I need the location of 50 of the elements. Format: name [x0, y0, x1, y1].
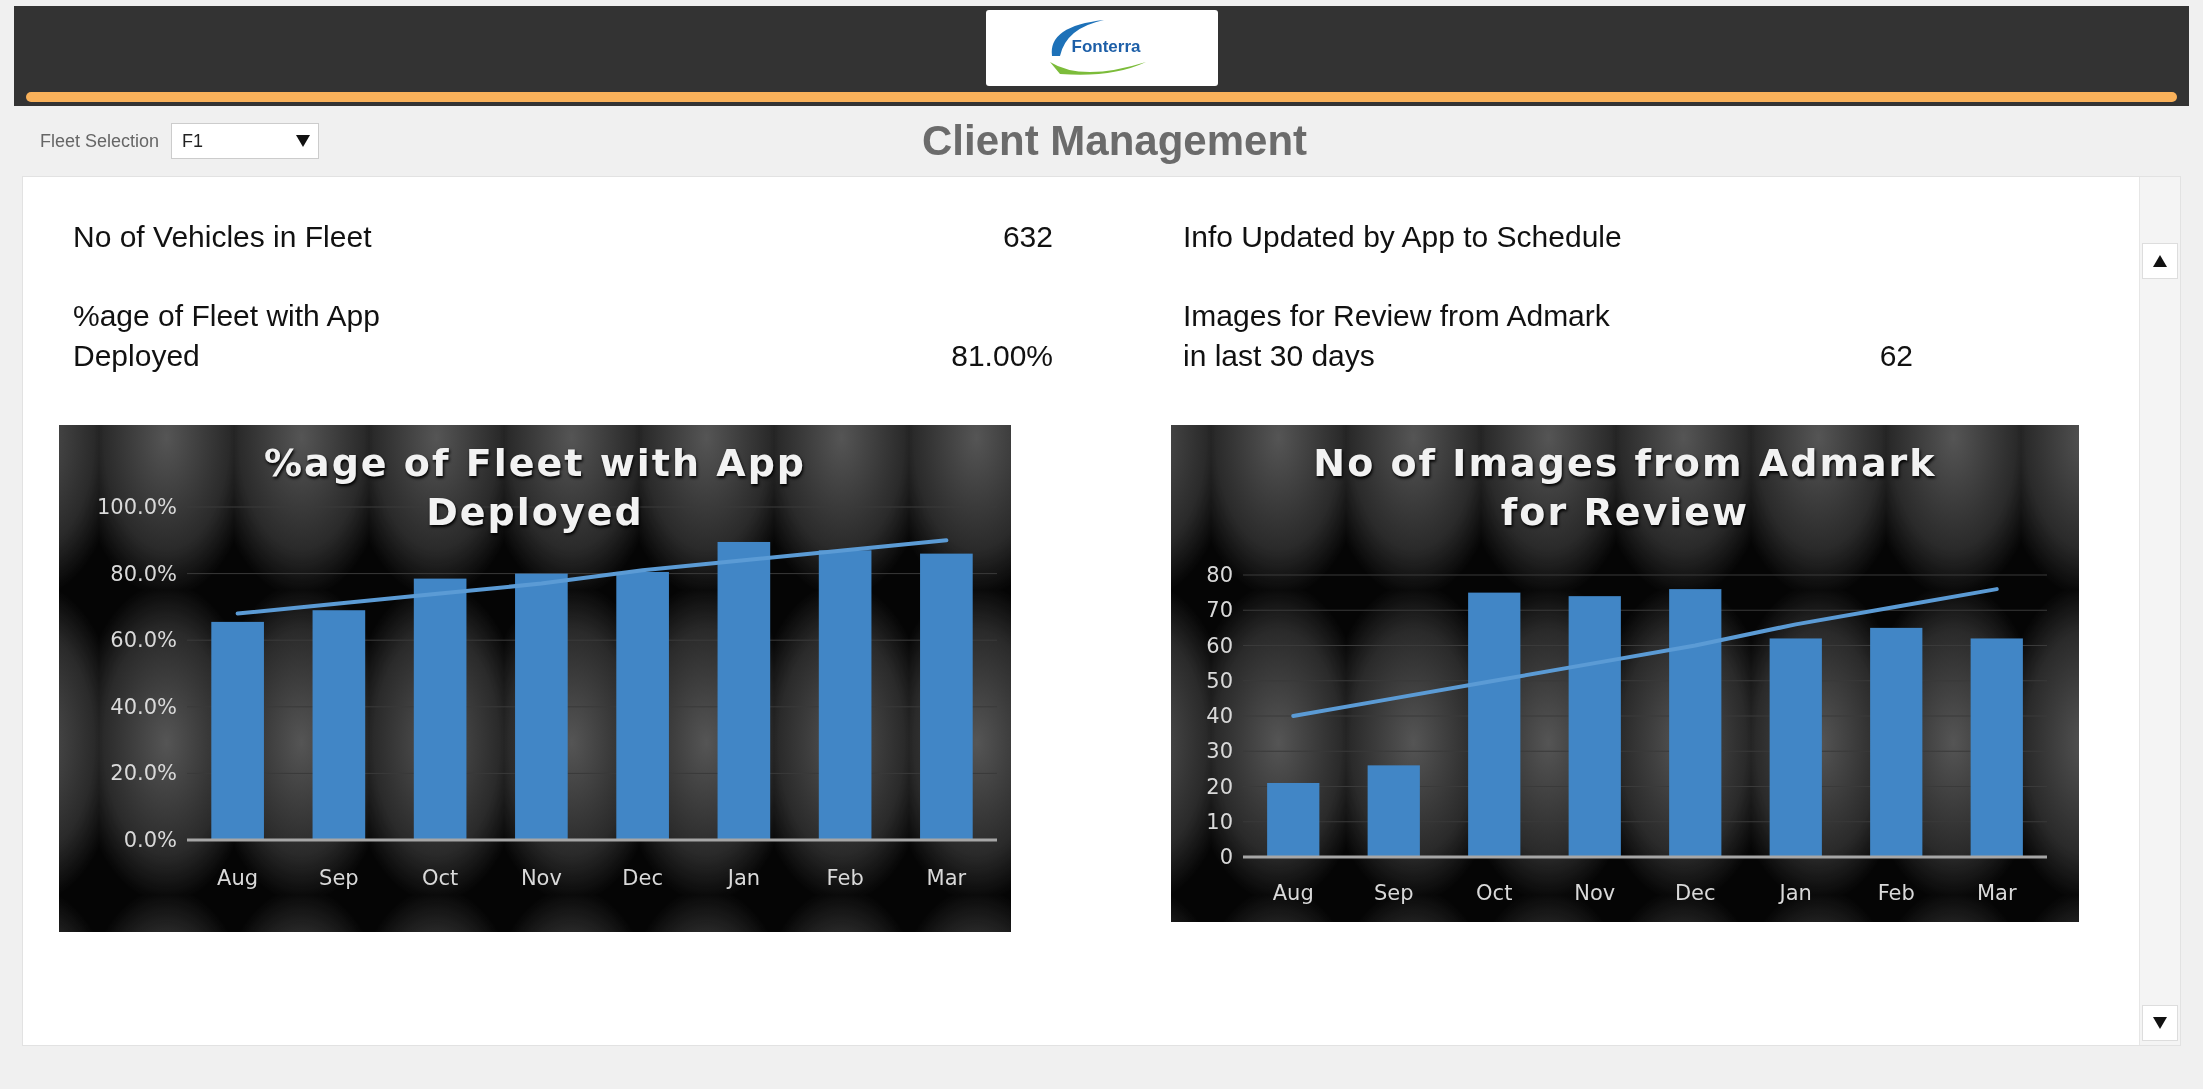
stat-label: Images for Review from Admark in last 30 days [1183, 297, 1610, 374]
stat-value: 81.00% [951, 338, 1053, 374]
x-axis-label: Feb [1877, 880, 1915, 905]
chart-title: %age of Fleet with App Deployed [262, 439, 808, 536]
dropdown-arrow-icon [296, 135, 311, 147]
stat-label: %age of Fleet with App Deployed [73, 297, 380, 374]
y-axis-label: 80 [1206, 562, 1233, 587]
y-axis-label: 100.0% [96, 494, 177, 519]
stat-value: 632 [1002, 219, 1053, 255]
x-axis-label: Dec [622, 865, 663, 890]
x-axis-label: Nov [1574, 880, 1616, 905]
stat-label: Info Updated by App to Schedule [1183, 219, 1622, 255]
x-axis-label: Mar [1976, 880, 2017, 905]
x-axis-label: Aug [1272, 880, 1314, 905]
x-axis-label: Jan [1779, 880, 1812, 905]
fleet-selection-label: Fleet Selection [40, 130, 160, 152]
scroll-up-button[interactable] [2142, 243, 2178, 279]
x-axis-label: Mar [926, 865, 967, 890]
y-axis-label: 0 [1219, 844, 1233, 869]
y-axis-label: 20 [1206, 774, 1233, 798]
y-axis-label: 50 [1206, 668, 1233, 693]
x-axis-label: Oct [421, 865, 459, 890]
scroll-down-button[interactable] [2142, 1005, 2178, 1041]
down-arrow-icon [2153, 1017, 2167, 1029]
stat-label: No of Vehicles in Fleet [73, 219, 372, 255]
y-axis-label: 0.0% [123, 827, 177, 852]
x-axis-label: Sep [319, 865, 359, 890]
y-axis-label: 80.0% [110, 561, 177, 586]
stat-value: 62 [1879, 338, 1913, 374]
y-axis-label: 70 [1206, 597, 1233, 622]
y-axis-label: 30 [1206, 738, 1233, 763]
up-arrow-icon [2153, 255, 2167, 267]
scrollbar[interactable] [2139, 177, 2180, 1045]
y-axis-label: 60 [1206, 633, 1233, 657]
x-axis-label: Oct [1476, 880, 1513, 905]
logo-text: Fonterra [1071, 37, 1140, 56]
y-axis-label: 40.0% [110, 694, 177, 719]
fleet-selection-dropdown[interactable]: F1 [171, 123, 320, 159]
x-axis-label: Jan [727, 865, 761, 890]
y-axis-label: 20.0% [110, 760, 177, 785]
chart-title: No of Images from Admark for Review [1312, 439, 1938, 536]
page-title: Client Management [921, 117, 1308, 165]
x-axis-label: Feb [826, 865, 864, 890]
y-axis-label: 40 [1206, 703, 1233, 728]
x-axis-label: Nov [520, 865, 562, 890]
x-axis-label: Sep [1373, 880, 1414, 905]
x-axis-label: Dec [1674, 880, 1716, 905]
y-axis-label: 60.0% [110, 627, 177, 652]
y-axis-label: 10 [1206, 809, 1233, 834]
x-axis-label: Aug [217, 865, 259, 890]
